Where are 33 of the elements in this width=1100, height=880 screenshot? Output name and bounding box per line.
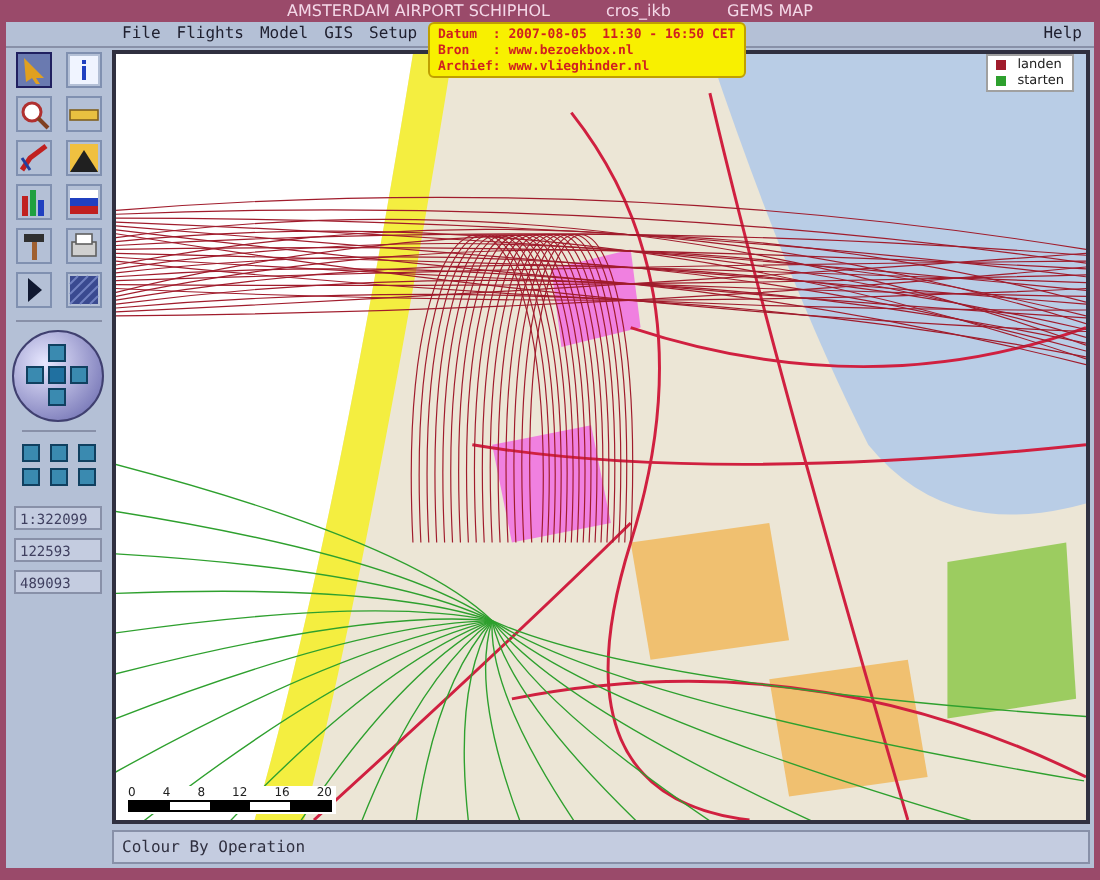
pattern-icon bbox=[67, 274, 99, 306]
printer-icon bbox=[67, 230, 99, 262]
info-icon bbox=[67, 54, 99, 86]
status-bar: Colour By Operation bbox=[112, 830, 1090, 864]
window-title: cros_ikb bbox=[605, 0, 671, 22]
pan-right-button[interactable] bbox=[70, 366, 88, 384]
tool-button[interactable] bbox=[15, 140, 51, 176]
pan-up-button[interactable] bbox=[48, 344, 66, 362]
tool-button[interactable] bbox=[15, 228, 51, 264]
flag-icon bbox=[67, 186, 99, 218]
window-title: GEMS MAP bbox=[726, 0, 813, 22]
tool-button[interactable] bbox=[15, 52, 51, 88]
tool-button[interactable] bbox=[15, 96, 51, 132]
window-title: AMSTERDAM AIRPORT SCHIPHOL bbox=[287, 0, 550, 22]
tool-button[interactable] bbox=[65, 184, 101, 220]
menu-item[interactable]: Setup bbox=[369, 24, 418, 44]
magnifier-icon bbox=[17, 98, 49, 130]
menu-item[interactable]: File bbox=[122, 24, 161, 44]
tool-button[interactable] bbox=[15, 272, 51, 308]
pan-left-button[interactable] bbox=[26, 366, 44, 384]
tool-button[interactable] bbox=[65, 140, 101, 176]
tool-button[interactable] bbox=[15, 184, 51, 220]
tool-button[interactable] bbox=[65, 228, 101, 264]
help-menu[interactable]: Help bbox=[1043, 24, 1082, 44]
pan-down-button[interactable] bbox=[48, 388, 66, 406]
tool-button[interactable] bbox=[65, 272, 101, 308]
mountain-icon bbox=[67, 142, 99, 174]
menu-item[interactable]: Model bbox=[259, 24, 309, 44]
pen-icon bbox=[17, 142, 49, 174]
tool-button[interactable] bbox=[65, 52, 101, 88]
menu-item[interactable]: Flights bbox=[176, 24, 244, 44]
menu-item[interactable]: GIS bbox=[324, 24, 354, 44]
bar-chart-icon bbox=[17, 186, 49, 218]
